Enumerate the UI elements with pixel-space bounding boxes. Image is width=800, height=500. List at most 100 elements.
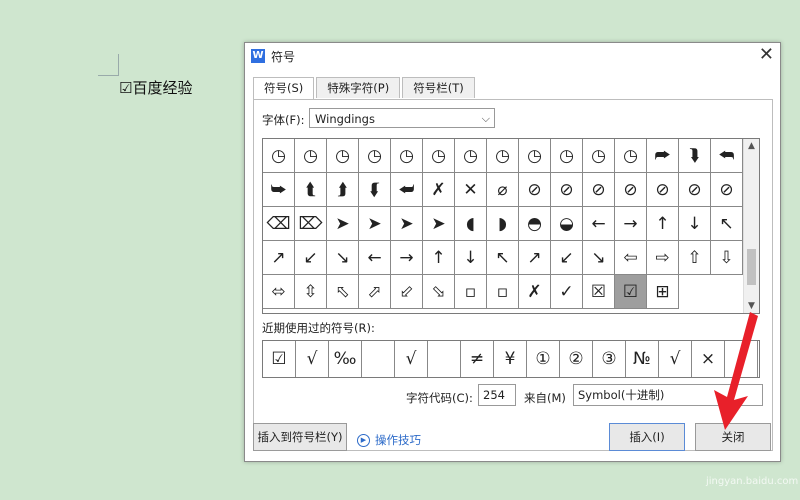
recent-symbol-cell[interactable]: ② — [560, 341, 593, 377]
symbol-cell[interactable]: ⊘ — [583, 173, 615, 207]
tab-symbol-bar[interactable]: 符号栏(T) — [402, 77, 475, 98]
tab-special-chars[interactable]: 特殊字符(P) — [316, 77, 401, 98]
symbol-cell[interactable]: ⮨ — [391, 173, 423, 207]
symbol-cell[interactable]: ⊘ — [519, 173, 551, 207]
insert-to-symbol-bar-button[interactable]: 插入到符号栏(Y) — [253, 423, 347, 451]
symbol-cell[interactable]: ⇦ — [615, 241, 647, 275]
symbol-cell[interactable]: ↓ — [679, 207, 711, 241]
symbol-cell[interactable]: ↗ — [263, 241, 295, 275]
symbol-cell[interactable]: ⬄ — [263, 275, 295, 309]
symbol-cell[interactable]: ⬂ — [423, 275, 455, 309]
font-select[interactable]: Wingdings ⌵ — [309, 108, 495, 128]
symbol-cell[interactable]: ⇧ — [679, 241, 711, 275]
symbol-cell[interactable]: ← — [359, 241, 391, 275]
symbol-cell[interactable]: ⇨ — [647, 241, 679, 275]
symbol-cell[interactable]: ⊞ — [647, 275, 679, 309]
recent-symbol-cell[interactable]: √ — [296, 341, 329, 377]
recent-symbol-cell[interactable]: ☑ — [263, 341, 296, 377]
symbol-cell[interactable]: ⌫ — [263, 207, 295, 241]
symbol-cell[interactable]: ↖ — [711, 207, 743, 241]
symbol-cell[interactable]: ↙ — [551, 241, 583, 275]
symbol-cell[interactable]: ◷ — [295, 139, 327, 173]
symbol-cell[interactable]: ⊘ — [679, 173, 711, 207]
symbol-cell[interactable]: ⊘ — [711, 173, 743, 207]
symbol-cell[interactable]: ◖ — [455, 207, 487, 241]
symbol-cell[interactable]: ◷ — [359, 139, 391, 173]
recent-symbol-cell[interactable]: ↓ — [725, 341, 758, 377]
recent-symbol-cell[interactable]: № — [626, 341, 659, 377]
symbol-cell[interactable]: ⮪ — [711, 139, 743, 173]
symbol-cell[interactable]: ⮬ — [295, 173, 327, 207]
symbol-cell[interactable]: ✕ — [455, 173, 487, 207]
recent-symbol-cell[interactable] — [428, 341, 461, 377]
symbol-cell[interactable]: ✗ — [519, 275, 551, 309]
symbol-cell[interactable]: ⌀ — [487, 173, 519, 207]
scroll-down-icon[interactable]: ▼ — [744, 299, 759, 313]
symbol-cell[interactable]: ◷ — [455, 139, 487, 173]
tab-symbols[interactable]: 符号(S) — [253, 77, 315, 100]
symbol-cell[interactable]: ◒ — [551, 207, 583, 241]
symbol-cell[interactable]: → — [391, 241, 423, 275]
scroll-up-icon[interactable]: ▲ — [744, 139, 759, 153]
symbol-cell[interactable]: ➤ — [423, 207, 455, 241]
symbol-cell[interactable]: ◷ — [327, 139, 359, 173]
recent-symbol-cell[interactable]: ① — [527, 341, 560, 377]
recent-symbol-cell[interactable]: √ — [659, 341, 692, 377]
insert-button[interactable]: 插入(I) — [609, 423, 685, 451]
recent-symbol-cell[interactable]: ‰ — [329, 341, 362, 377]
symbol-cell[interactable]: ◷ — [391, 139, 423, 173]
char-code-input[interactable]: 254 — [478, 384, 516, 406]
symbol-cell[interactable]: ➤ — [391, 207, 423, 241]
symbol-cell[interactable]: ← — [583, 207, 615, 241]
symbol-cell[interactable]: ▫ — [455, 275, 487, 309]
symbol-cell[interactable]: ◗ — [487, 207, 519, 241]
symbol-cell[interactable]: ⬀ — [359, 275, 391, 309]
symbol-cell[interactable]: ⊘ — [551, 173, 583, 207]
recent-symbol-cell[interactable]: ③ — [593, 341, 626, 377]
symbol-cell[interactable]: ↑ — [647, 207, 679, 241]
close-button[interactable]: 关闭 — [695, 423, 771, 451]
symbol-cell[interactable]: ▫ — [487, 275, 519, 309]
symbol-cell[interactable]: ↘ — [583, 241, 615, 275]
recent-symbol-cell[interactable]: ≠ — [461, 341, 494, 377]
symbol-cell[interactable]: ⊘ — [615, 173, 647, 207]
symbol-cell[interactable]: ☑ — [615, 275, 647, 309]
symbol-cell[interactable]: ◷ — [615, 139, 647, 173]
symbol-cell[interactable]: ➤ — [359, 207, 391, 241]
symbol-cell[interactable]: ⮮ — [359, 173, 391, 207]
recent-symbol-cell[interactable]: √ — [395, 341, 428, 377]
symbol-cell[interactable]: ⮭ — [327, 173, 359, 207]
symbol-cell[interactable]: ◷ — [551, 139, 583, 173]
symbol-cell[interactable]: ⌦ — [295, 207, 327, 241]
symbol-cell[interactable]: ↙ — [295, 241, 327, 275]
symbol-cell[interactable]: ⮩ — [263, 173, 295, 207]
symbol-cell[interactable]: ⬃ — [391, 275, 423, 309]
symbol-cell[interactable]: ⮫ — [647, 139, 679, 173]
symbol-cell[interactable]: ↗ — [519, 241, 551, 275]
symbol-cell[interactable]: → — [615, 207, 647, 241]
from-select[interactable]: Symbol(十进制) — [573, 384, 763, 406]
symbol-cell[interactable]: ◷ — [263, 139, 295, 173]
symbol-cell[interactable]: ◷ — [583, 139, 615, 173]
symbol-cell[interactable]: ↘ — [327, 241, 359, 275]
symbol-cell[interactable]: ↖ — [487, 241, 519, 275]
grid-scrollbar[interactable]: ▲ ▼ — [743, 139, 759, 313]
recent-symbol-cell[interactable]: ¥ — [494, 341, 527, 377]
symbol-cell[interactable]: ⮯ — [679, 139, 711, 173]
scroll-thumb[interactable] — [747, 249, 756, 285]
symbol-cell[interactable]: ⬁ — [327, 275, 359, 309]
symbol-cell[interactable]: ⊘ — [647, 173, 679, 207]
symbol-cell[interactable]: ◓ — [519, 207, 551, 241]
symbol-cell[interactable]: ◷ — [487, 139, 519, 173]
recent-symbol-cell[interactable]: × — [692, 341, 725, 377]
symbol-cell[interactable]: ◷ — [423, 139, 455, 173]
symbol-cell[interactable]: ☒ — [583, 275, 615, 309]
symbol-cell[interactable]: ➤ — [327, 207, 359, 241]
symbol-cell[interactable]: ⇳ — [295, 275, 327, 309]
symbol-cell[interactable]: ↓ — [455, 241, 487, 275]
symbol-cell[interactable]: ◷ — [519, 139, 551, 173]
symbol-cell[interactable]: ✗ — [423, 173, 455, 207]
close-icon[interactable]: ✕ — [759, 44, 774, 65]
symbol-cell[interactable]: ⇩ — [711, 241, 743, 275]
symbol-cell[interactable]: ✓ — [551, 275, 583, 309]
